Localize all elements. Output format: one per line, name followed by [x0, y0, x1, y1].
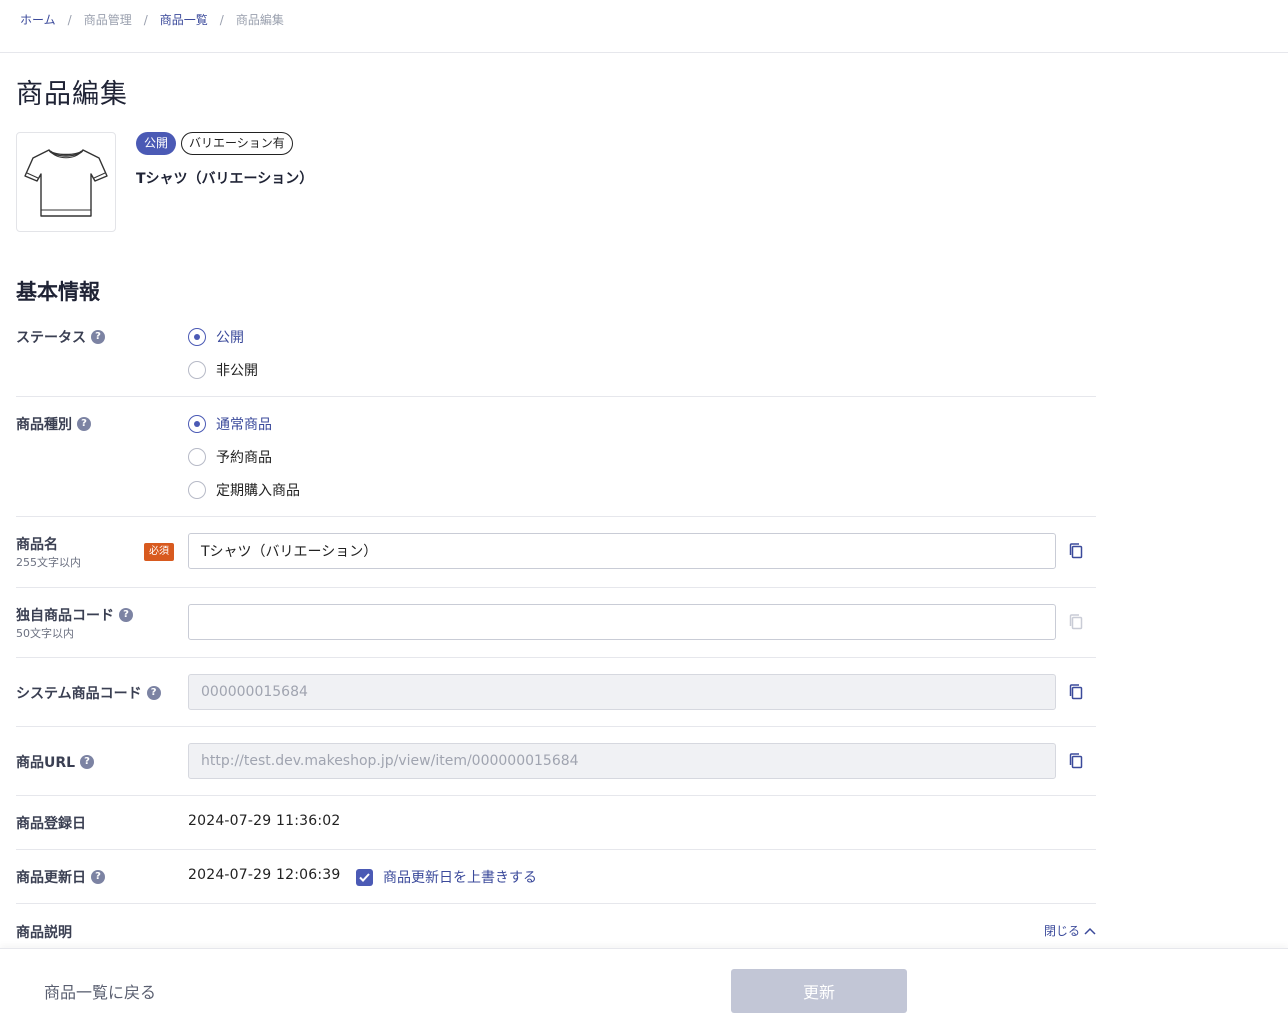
page-title: 商品編集 — [16, 79, 128, 110]
product-type-option-subscription[interactable]: 定期購入商品 — [188, 480, 300, 500]
help-icon[interactable]: ? — [91, 870, 105, 884]
breadcrumb-product-management[interactable]: 商品管理 — [84, 11, 132, 28]
status-option-private[interactable]: 非公開 — [188, 360, 258, 380]
status-option-public[interactable]: 公開 — [188, 327, 244, 347]
variation-badge: バリエーション有 — [181, 132, 293, 155]
breadcrumb-separator: / — [219, 12, 224, 27]
system-code-row: システム商品コード ? 000000015684 — [16, 658, 1096, 727]
help-icon[interactable]: ? — [146, 686, 161, 700]
checkbox-checked-icon[interactable] — [356, 868, 373, 886]
description-label: 商品説明 — [16, 922, 72, 942]
product-type-label: 商品種別 ? — [16, 414, 91, 434]
product-url-label: 商品URL ? — [16, 752, 95, 772]
radio-unchecked-icon[interactable] — [188, 481, 206, 499]
radio-unchecked-icon[interactable] — [188, 448, 206, 466]
product-name-input[interactable]: Tシャツ（バリエーション） — [188, 533, 1056, 569]
update-button[interactable]: 更新 — [731, 969, 907, 1013]
registered-date-value: 2024-07-29 11:36:02 — [188, 813, 341, 829]
overwrite-updated-date-checkbox[interactable]: 商品更新日を上書きする — [356, 867, 537, 887]
tshirt-icon — [24, 149, 108, 217]
product-badges: 公開 バリエーション有 — [136, 132, 293, 155]
radio-label: 非公開 — [216, 363, 258, 379]
copy-icon-disabled — [1069, 614, 1083, 630]
updated-date-value: 2024-07-29 12:06:39 — [188, 867, 341, 883]
collapse-label: 閉じる — [1043, 924, 1080, 938]
product-thumbnail[interactable] — [16, 132, 116, 232]
product-name-label-text: 商品名 — [16, 537, 58, 553]
breadcrumb-current: 商品編集 — [235, 13, 284, 27]
product-name-label: 商品名 — [16, 534, 58, 554]
system-code-label: システム商品コード ? — [16, 683, 161, 703]
help-icon[interactable]: ? — [119, 608, 133, 622]
custom-code-label: 独自商品コード ? — [16, 605, 133, 625]
product-name-heading: Tシャツ（バリエーション） — [136, 171, 314, 187]
product-type-label-text: 商品種別 — [16, 417, 72, 433]
status-row: ステータス ? 公開 非公開 — [16, 320, 1096, 397]
section-title-basic-info: 基本情報 — [16, 280, 100, 304]
radio-label: 定期購入商品 — [216, 483, 300, 499]
product-name-row: 商品名 255文字以内 必須 Tシャツ（バリエーション） — [16, 517, 1096, 588]
product-url-label-text: 商品URL — [16, 755, 76, 771]
product-type-option-normal[interactable]: 通常商品 — [188, 414, 272, 434]
radio-checked-icon[interactable] — [188, 415, 206, 433]
product-name-limit: 255文字以内 — [16, 556, 81, 569]
updated-date-row: 商品更新日 ? 2024-07-29 12:06:39 商品更新日を上書きする — [16, 850, 1096, 904]
custom-code-input[interactable] — [188, 604, 1056, 640]
product-url-input: http://test.dev.makeshop.jp/view/item/00… — [188, 743, 1056, 779]
radio-label: 予約商品 — [216, 450, 272, 466]
custom-code-limit: 50文字以内 — [16, 627, 74, 640]
description-label-text: 商品説明 — [16, 925, 72, 941]
help-icon[interactable]: ? — [77, 417, 91, 431]
radio-label: 公開 — [216, 330, 244, 346]
help-icon[interactable]: ? — [80, 755, 95, 769]
updated-date-label: 商品更新日 ? — [16, 867, 105, 887]
copy-icon[interactable] — [1068, 753, 1084, 769]
updated-date-label-text: 商品更新日 — [16, 870, 86, 886]
required-badge: 必須 — [144, 543, 174, 561]
radio-label: 通常商品 — [216, 417, 272, 433]
custom-code-row: 独自商品コード ? 50文字以内 — [16, 588, 1096, 658]
product-type-row: 商品種別 ? 通常商品 予約商品 定期購入商品 — [16, 397, 1096, 517]
description-row: 商品説明 閉じる — [16, 904, 1096, 948]
radio-checked-icon[interactable] — [188, 328, 206, 346]
help-icon[interactable]: ? — [91, 330, 105, 344]
custom-code-label-text: 独自商品コード — [16, 608, 114, 624]
copy-icon[interactable] — [1068, 684, 1084, 700]
registered-date-label: 商品登録日 — [16, 813, 86, 833]
breadcrumb: ホーム / 商品管理 / 商品一覧 / 商品編集 — [20, 11, 284, 28]
copy-icon[interactable] — [1068, 543, 1084, 559]
action-footer: 商品一覧に戻る 更新 — [0, 948, 1288, 1024]
breadcrumb-separator: / — [67, 12, 72, 27]
description-collapse-toggle[interactable]: 閉じる — [1044, 922, 1096, 939]
header-divider — [0, 52, 1288, 53]
system-code-label-text: システム商品コード — [16, 686, 142, 702]
status-label-text: ステータス — [16, 330, 86, 346]
chevron-up-icon — [1084, 927, 1096, 935]
status-badge: 公開 — [136, 132, 177, 155]
system-code-input: 000000015684 — [188, 674, 1056, 710]
radio-unchecked-icon[interactable] — [188, 361, 206, 379]
breadcrumb-home[interactable]: ホーム — [20, 11, 56, 28]
overwrite-label: 商品更新日を上書きする — [383, 870, 537, 886]
registered-date-label-text: 商品登録日 — [16, 816, 86, 832]
back-to-list-link[interactable]: 商品一覧に戻る — [44, 979, 156, 1003]
breadcrumb-separator: / — [143, 12, 148, 27]
product-url-row: 商品URL ? http://test.dev.makeshop.jp/view… — [16, 727, 1096, 796]
breadcrumb-product-list[interactable]: 商品一覧 — [160, 11, 208, 28]
registered-date-row: 商品登録日 2024-07-29 11:36:02 — [16, 796, 1096, 850]
status-label: ステータス ? — [16, 327, 105, 347]
product-type-option-preorder[interactable]: 予約商品 — [188, 447, 272, 467]
